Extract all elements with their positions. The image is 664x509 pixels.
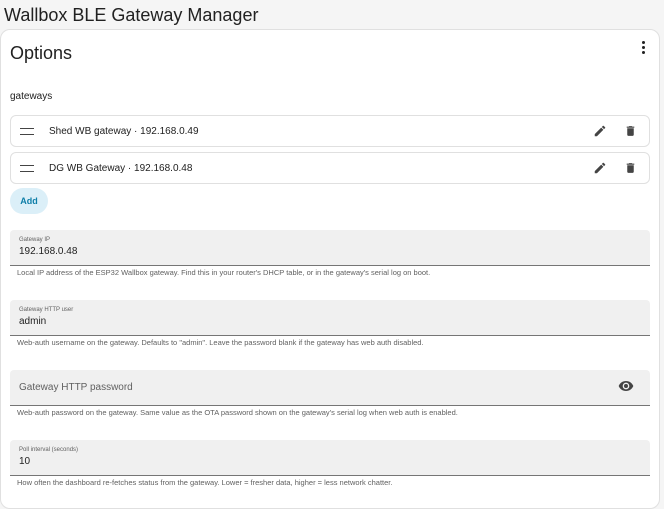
dots-vertical-icon[interactable] (635, 38, 651, 56)
poll-interval-label: Poll interval (seconds) (19, 447, 79, 453)
gateway-ip-field[interactable]: Gateway IP 192.168.0.48 (10, 230, 650, 266)
drag-handle-icon[interactable] (20, 164, 34, 172)
poll-interval-value: 10 (19, 456, 31, 467)
options-card: Options gateways Shed WB gateway · 192.1… (0, 29, 660, 509)
trash-icon[interactable] (619, 120, 641, 142)
gateway-item-label: DG WB Gateway · 192.168.0.48 (49, 162, 193, 174)
eye-icon[interactable] (618, 378, 634, 399)
gateway-list-item: Shed WB gateway · 192.168.0.49 (10, 115, 650, 147)
trash-icon[interactable] (619, 157, 641, 179)
poll-interval-field[interactable]: Poll interval (seconds) 10 (10, 440, 650, 476)
gateway-ip-helper: Local IP address of the ESP32 Wallbox ga… (17, 268, 431, 277)
http-user-helper: Web-auth username on the gateway. Defaul… (17, 338, 424, 347)
pencil-icon[interactable] (589, 120, 611, 142)
gateway-item-label: Shed WB gateway · 192.168.0.49 (49, 125, 199, 137)
http-password-helper: Web-auth password on the gateway. Same v… (17, 408, 458, 417)
add-gateway-button[interactable]: Add (10, 188, 48, 214)
app-title: Wallbox BLE Gateway Manager (4, 5, 259, 25)
http-password-label: Gateway HTTP password (19, 382, 133, 393)
http-user-label: Gateway HTTP user (19, 307, 74, 313)
poll-interval-helper: How often the dashboard re-fetches statu… (17, 478, 393, 487)
gateway-ip-label: Gateway IP (19, 237, 51, 243)
gateway-ip-value: 192.168.0.48 (19, 246, 78, 257)
gateway-list-item: DG WB Gateway · 192.168.0.48 (10, 152, 650, 184)
drag-handle-icon[interactable] (20, 127, 34, 135)
http-user-field[interactable]: Gateway HTTP user admin (10, 300, 650, 336)
card-title: Options (10, 43, 73, 63)
http-password-field[interactable]: Gateway HTTP password (10, 370, 650, 406)
gateways-label: gateways (10, 91, 53, 102)
pencil-icon[interactable] (589, 157, 611, 179)
http-user-value: admin (19, 316, 47, 327)
